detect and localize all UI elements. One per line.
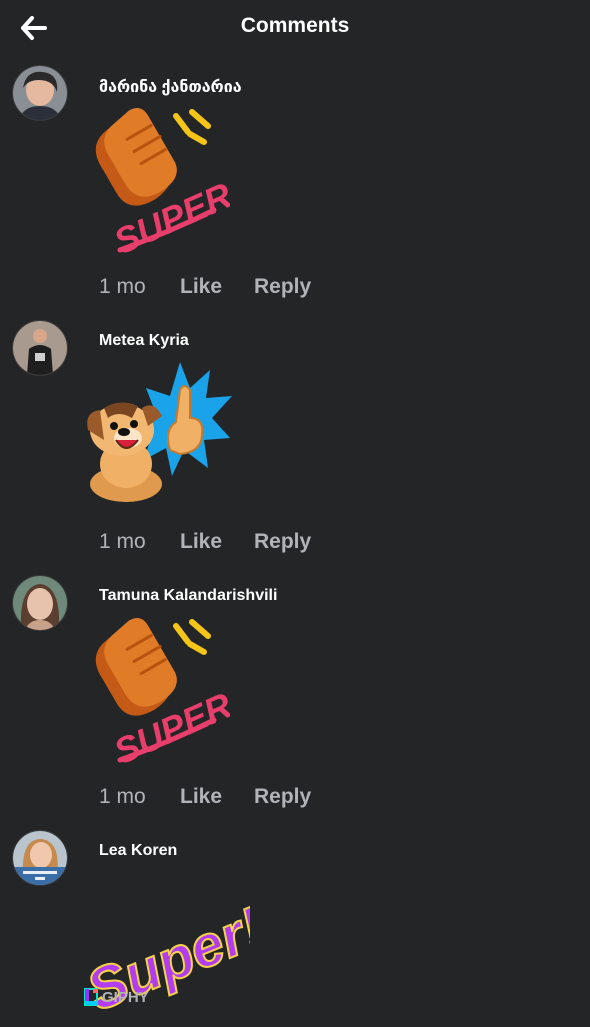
avatar[interactable]: [12, 320, 68, 376]
header: Comments: [0, 0, 590, 56]
clapping-hands-super-sticker[interactable]: SUPER!: [80, 104, 249, 262]
comment-timestamp: 1 mo: [99, 530, 146, 553]
avatar[interactable]: [12, 575, 68, 631]
comment-author[interactable]: Tamuna Kalandarishvili: [99, 587, 277, 605]
comment-author[interactable]: Metea Kyria: [99, 332, 189, 350]
like-button[interactable]: Like: [180, 275, 222, 299]
puppy-thumbs-up-sticker[interactable]: [80, 360, 240, 510]
comment-timestamp: 1 mo: [99, 785, 146, 808]
reply-button[interactable]: Reply: [254, 785, 311, 809]
comment-author[interactable]: მარინა ქანთარია: [99, 77, 242, 97]
giphy-label: GIPHY: [102, 989, 149, 1006]
comment-author[interactable]: Lea Koren: [99, 842, 177, 860]
comment-timestamp: 1 mo: [99, 275, 146, 298]
reply-button[interactable]: Reply: [254, 530, 311, 554]
clapping-hands-super-sticker[interactable]: SUPER!: [80, 614, 249, 772]
giphy-attribution: GIPHY: [84, 988, 149, 1006]
avatar[interactable]: [12, 65, 68, 121]
like-button[interactable]: Like: [180, 785, 222, 809]
page-title: Comments: [240, 14, 350, 37]
avatar[interactable]: [12, 830, 68, 886]
reply-button[interactable]: Reply: [254, 275, 311, 299]
giphy-logo-icon: [84, 988, 98, 1006]
like-button[interactable]: Like: [180, 530, 222, 554]
